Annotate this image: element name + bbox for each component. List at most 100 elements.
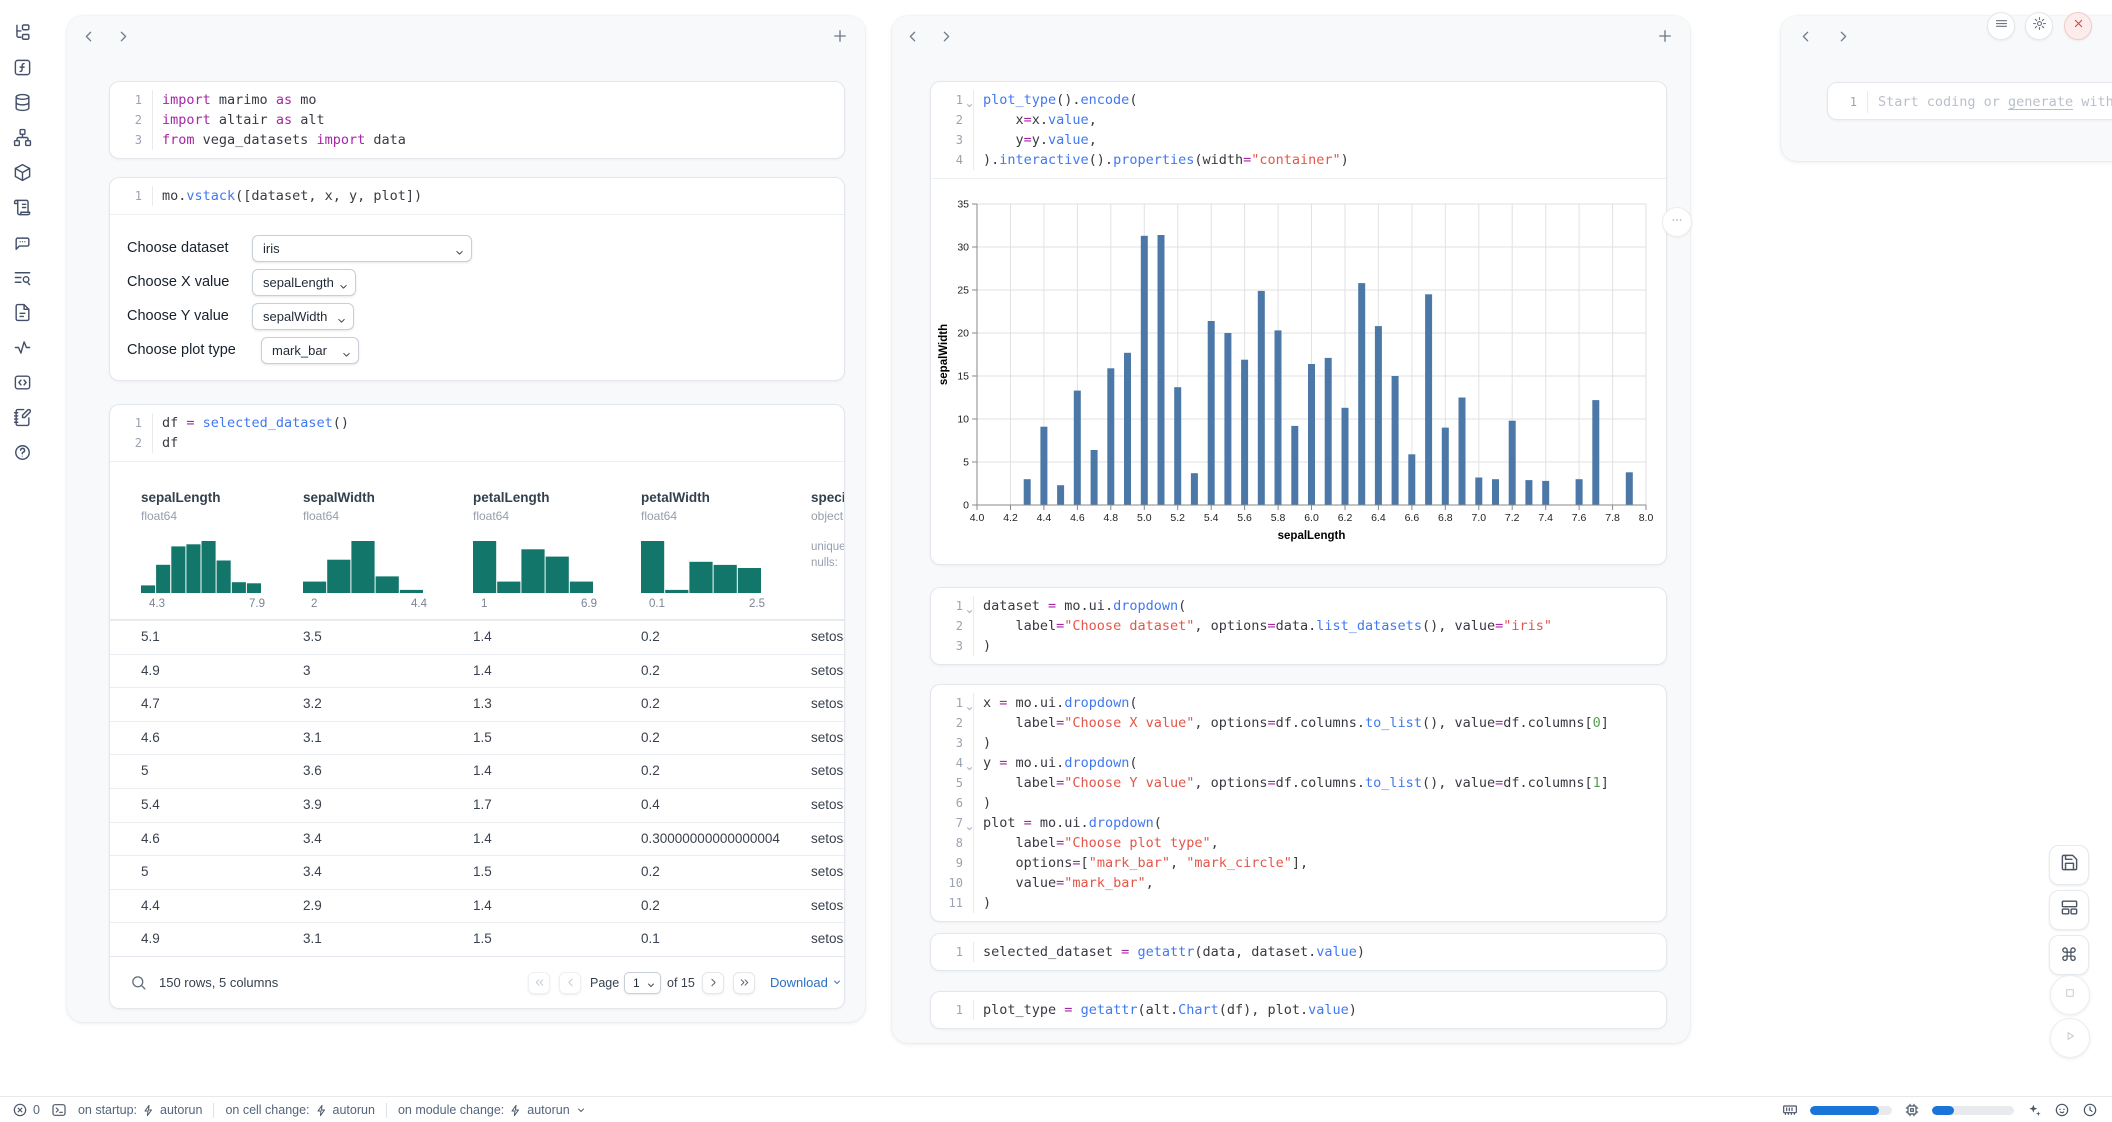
code-line[interactable]: 9 options=["mark_bar", "mark_circle"], bbox=[931, 853, 1666, 873]
column-prev-icon[interactable] bbox=[80, 28, 97, 45]
save-button[interactable] bbox=[2049, 845, 2089, 885]
table-row[interactable]: 4.63.41.40.30000000000000004setosa bbox=[110, 822, 844, 856]
column-header-species[interactable]: speciesobjectuniquenulls: bbox=[811, 462, 845, 620]
cell-xy-dropdowns[interactable]: 1x = mo.ui.dropdown(2 label="Choose X va… bbox=[930, 684, 1667, 922]
cell-dataframe[interactable]: 1df = selected_dataset()2df sepalLengthf… bbox=[109, 404, 845, 1009]
table-row[interactable]: 4.42.91.40.2setosa bbox=[110, 889, 844, 923]
code-line[interactable]: 3) bbox=[931, 733, 1666, 753]
last-page-button[interactable] bbox=[733, 972, 755, 994]
code-line[interactable]: 1plot_type().encode( bbox=[931, 90, 1666, 110]
code-line[interactable]: 4y = mo.ui.dropdown( bbox=[931, 753, 1666, 773]
search-icon[interactable] bbox=[130, 974, 147, 991]
code-line[interactable]: 3from vega_datasets import data bbox=[110, 130, 844, 150]
runtime-clock-icon[interactable] bbox=[2082, 1102, 2098, 1118]
shortcuts-button[interactable]: ⌘ bbox=[2049, 935, 2089, 975]
package-icon[interactable] bbox=[13, 163, 32, 182]
code-line[interactable]: 3) bbox=[931, 636, 1666, 656]
table-row[interactable]: 4.63.11.50.2setosa bbox=[110, 721, 844, 755]
runtime-config-0[interactable]: on startup:autorun bbox=[78, 1103, 202, 1117]
table-row[interactable]: 53.41.50.2setosa bbox=[110, 855, 844, 889]
database-icon[interactable] bbox=[13, 93, 32, 112]
run-button[interactable] bbox=[2050, 1018, 2090, 1058]
column-prev-icon[interactable] bbox=[904, 28, 921, 45]
dropdown-sepalWidth[interactable]: sepalWidth bbox=[252, 303, 354, 330]
close-button[interactable] bbox=[2064, 12, 2092, 40]
help-circle-icon[interactable] bbox=[13, 443, 32, 462]
file-tree-icon[interactable] bbox=[13, 23, 32, 42]
dropdown-mark_bar[interactable]: mark_bar bbox=[261, 337, 359, 364]
code-line[interactable]: 1x = mo.ui.dropdown( bbox=[931, 693, 1666, 713]
column-header-petalWidth[interactable]: petalWidthfloat640.12.5 bbox=[641, 462, 799, 620]
altair-chart-output[interactable]: 051015202530354.04.24.44.64.85.05.25.45.… bbox=[931, 179, 1666, 564]
column-header-sepalLength[interactable]: sepalLengthfloat644.37.9 bbox=[141, 462, 299, 620]
cell-imports[interactable]: 1import marimo as mo2import altair as al… bbox=[109, 81, 845, 159]
stop-button[interactable] bbox=[2050, 975, 2090, 1015]
next-page-button[interactable] bbox=[702, 972, 724, 994]
code-line[interactable]: 1selected_dataset = getattr(data, datase… bbox=[931, 942, 1666, 962]
cell-chart[interactable]: 1plot_type().encode(2 x=x.value,3 y=y.va… bbox=[930, 81, 1667, 565]
code-line[interactable]: 3 y=y.value, bbox=[931, 130, 1666, 150]
dropdown-iris[interactable]: iris bbox=[252, 235, 472, 262]
first-page-button[interactable] bbox=[528, 972, 550, 994]
column-header-sepalWidth[interactable]: sepalWidthfloat6424.4 bbox=[303, 462, 461, 620]
scroll-text-icon[interactable] bbox=[13, 198, 32, 217]
prev-page-button[interactable] bbox=[559, 972, 581, 994]
code-line[interactable]: 1mo.vstack([dataset, x, y, plot]) bbox=[110, 186, 844, 206]
code-line[interactable]: 1dataset = mo.ui.dropdown( bbox=[931, 596, 1666, 616]
column-prev-icon[interactable] bbox=[1797, 28, 1814, 45]
terminal-button[interactable] bbox=[51, 1102, 67, 1118]
bot-message-icon[interactable] bbox=[13, 233, 32, 252]
code-editor[interactable]: 1plot_type = getattr(alt.Chart(df), plot… bbox=[931, 992, 1666, 1028]
activity-icon[interactable] bbox=[13, 338, 32, 357]
table-row[interactable]: 53.61.40.2setosa bbox=[110, 754, 844, 788]
code-editor[interactable]: 1x = mo.ui.dropdown(2 label="Choose X va… bbox=[931, 685, 1666, 921]
column-next-icon[interactable] bbox=[1835, 28, 1852, 45]
column-header-petalLength[interactable]: petalLengthfloat6416.9 bbox=[473, 462, 631, 620]
code-line[interactable]: 1df = selected_dataset() bbox=[110, 413, 844, 433]
generate-link[interactable]: generate bbox=[2008, 94, 2073, 110]
table-row[interactable]: 5.43.91.70.4setosa bbox=[110, 788, 844, 822]
code-line[interactable]: 2 label="Choose X value", options=df.col… bbox=[931, 713, 1666, 733]
file-text-icon[interactable] bbox=[13, 303, 32, 322]
code-editor[interactable]: 1dataset = mo.ui.dropdown(2 label="Choos… bbox=[931, 588, 1666, 664]
code-line[interactable]: 1plot_type = getattr(alt.Chart(df), plot… bbox=[931, 1000, 1666, 1020]
layout-button[interactable] bbox=[2049, 890, 2089, 930]
code-line[interactable]: 2 x=x.value, bbox=[931, 110, 1666, 130]
cell-dataset-dropdown[interactable]: 1dataset = mo.ui.dropdown(2 label="Choos… bbox=[930, 587, 1667, 665]
cell-scratch[interactable]: 1 Start coding or generate with AI bbox=[1827, 82, 2112, 120]
code-editor[interactable]: 1df = selected_dataset()2df bbox=[110, 405, 844, 461]
function-square-icon[interactable] bbox=[13, 58, 32, 77]
code-line[interactable]: 10 value="mark_bar", bbox=[931, 873, 1666, 893]
code-line[interactable]: 2import altair as alt bbox=[110, 110, 844, 130]
assistant-icon[interactable] bbox=[2054, 1102, 2070, 1118]
column-next-icon[interactable] bbox=[115, 28, 132, 45]
code-line[interactable]: 7plot = mo.ui.dropdown( bbox=[931, 813, 1666, 833]
code-editor[interactable]: 1plot_type().encode(2 x=x.value,3 y=y.va… bbox=[931, 82, 1666, 178]
dropdown-sepalLength[interactable]: sepalLength bbox=[252, 269, 356, 296]
page-select[interactable]: 1 bbox=[624, 972, 661, 994]
code-line[interactable]: 6) bbox=[931, 793, 1666, 813]
code-line[interactable]: 4).interactive().properties(width="conta… bbox=[931, 150, 1666, 170]
settings-button[interactable] bbox=[2025, 12, 2053, 40]
runtime-config-1[interactable]: on cell change:autorun bbox=[225, 1103, 375, 1117]
table-row[interactable]: 4.93.11.50.1setosa bbox=[110, 922, 844, 956]
notebook-pen-icon[interactable] bbox=[13, 408, 32, 427]
table-row[interactable]: 4.931.40.2setosa bbox=[110, 654, 844, 688]
code-line[interactable]: 5 label="Choose Y value", options=df.col… bbox=[931, 773, 1666, 793]
table-row[interactable]: 5.13.51.40.2setosa bbox=[110, 620, 844, 654]
add-cell-button[interactable] bbox=[1656, 27, 1674, 45]
add-cell-button[interactable] bbox=[831, 27, 849, 45]
cell-plot-type[interactable]: 1plot_type = getattr(alt.Chart(df), plot… bbox=[930, 991, 1667, 1029]
code-line[interactable]: 1import marimo as mo bbox=[110, 90, 844, 110]
runtime-config-2[interactable]: on module change:autorun bbox=[398, 1103, 587, 1117]
code-line[interactable]: 8 label="Choose plot type", bbox=[931, 833, 1666, 853]
code-square-icon[interactable] bbox=[13, 373, 32, 392]
code-line[interactable]: 11) bbox=[931, 893, 1666, 913]
cell-vstack[interactable]: 1mo.vstack([dataset, x, y, plot]) Choose… bbox=[109, 177, 845, 381]
error-counter[interactable]: 0 bbox=[12, 1102, 40, 1118]
code-placeholder[interactable]: Start coding or generate with AI bbox=[1868, 94, 2112, 110]
table-row[interactable]: 4.73.21.30.2setosa bbox=[110, 687, 844, 721]
code-editor[interactable]: 1mo.vstack([dataset, x, y, plot]) bbox=[110, 178, 844, 214]
list-search-icon[interactable] bbox=[13, 268, 32, 287]
download-link[interactable]: Download bbox=[770, 975, 843, 990]
